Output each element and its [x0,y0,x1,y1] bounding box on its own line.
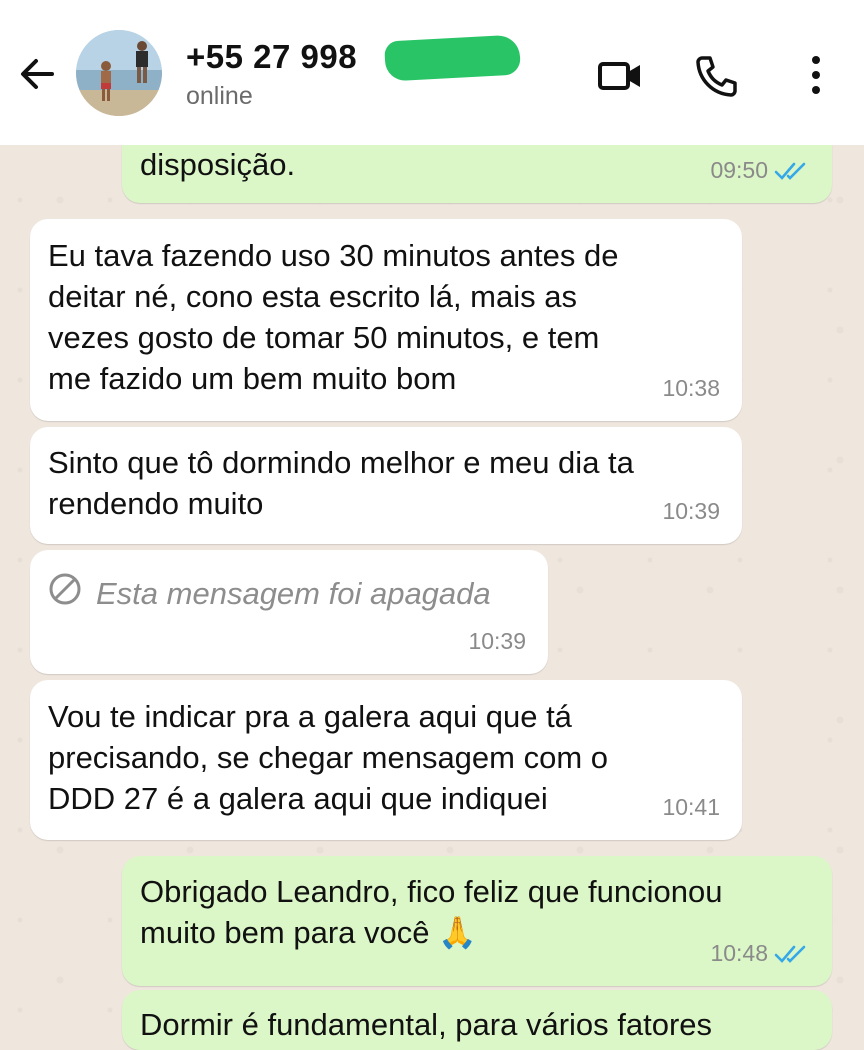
double-check-icon [774,162,806,180]
message-text: Vou te indicar pra a galera aqui que tá … [48,699,609,816]
message-text: Sinto que tô dormindo melhor e meu dia t… [48,445,634,521]
redaction-mark [384,34,521,82]
chat-header: +55 27 998 online [0,0,864,145]
video-call-icon [598,62,640,90]
voice-call-button[interactable] [692,52,740,100]
message-meta: 10:39 [468,621,526,662]
message-bubble-incoming[interactable]: Vou te indicar pra a galera aqui que tá … [30,680,742,840]
blocked-icon [49,573,81,605]
message-time: 10:39 [662,498,720,524]
more-options-button[interactable] [796,52,836,100]
message-time: 09:50 [710,157,768,183]
deleted-message-text: Esta mensagem foi apagada [96,576,491,611]
contact-avatar[interactable] [76,30,162,116]
message-meta: 10:38 [662,368,720,409]
message-meta: 09:50 [710,150,810,191]
more-vert-icon [812,56,820,94]
message-time: 10:41 [662,794,720,820]
message-text: Eu tava fazendo uso 30 minutos antes de … [48,238,619,396]
avatar-photo [76,30,162,116]
message-time: 10:39 [468,628,526,654]
message-bubble-incoming[interactable]: Eu tava fazendo uso 30 minutos antes de … [30,219,742,421]
contact-status: online [186,82,253,110]
back-button[interactable] [16,52,60,96]
message-bubble-deleted[interactable]: Esta mensagem foi apagada 10:39 [30,550,548,674]
message-bubble-outgoing[interactable]: Dormir é fundamental, para vários fatore… [122,990,832,1050]
message-bubble-incoming[interactable]: Sinto que tô dormindo melhor e meu dia t… [30,427,742,544]
message-meta: 10:41 [662,787,720,828]
message-time: 10:38 [662,375,720,401]
back-arrow-icon [21,59,54,89]
message-text: Dormir é fundamental, para vários fatore… [140,1007,713,1042]
double-check-icon [774,945,806,963]
contact-name[interactable]: +55 27 998 [186,38,357,76]
message-bubble-outgoing[interactable]: Obrigado Leandro, fico feliz que funcion… [122,856,832,986]
message-meta: 10:39 [662,491,720,532]
message-meta: 10:48 [710,933,810,974]
message-time: 10:48 [710,940,768,966]
video-call-button[interactable] [596,52,644,100]
phone-icon [696,56,737,97]
